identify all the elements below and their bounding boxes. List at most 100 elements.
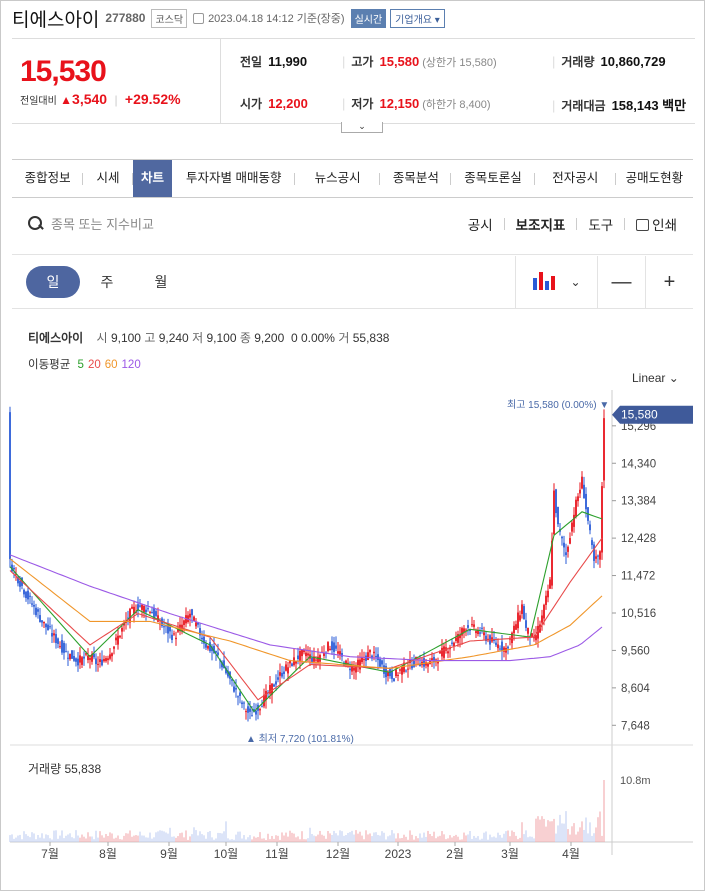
candle-body bbox=[557, 507, 559, 525]
market-badge: 코스닥 bbox=[151, 8, 188, 28]
printer-icon bbox=[636, 219, 650, 231]
candle-body bbox=[433, 656, 435, 663]
volume-bar bbox=[225, 821, 227, 842]
volume-bar bbox=[281, 832, 283, 842]
price-chart[interactable]: 15,29614,34013,38412,42811,47210,5169,56… bbox=[0, 390, 705, 860]
zoom-in-button[interactable]: + bbox=[645, 256, 693, 308]
volume-bar bbox=[439, 835, 441, 842]
volume-bar bbox=[351, 830, 353, 842]
tab-1[interactable]: 시세 bbox=[83, 160, 134, 197]
candle-body bbox=[217, 652, 219, 655]
candle-body bbox=[401, 666, 403, 675]
candle-body bbox=[569, 538, 571, 544]
volume-bar bbox=[573, 823, 575, 842]
volume-bar bbox=[249, 835, 251, 842]
candle-body bbox=[111, 653, 113, 657]
volume-bar bbox=[217, 832, 219, 842]
tab-0[interactable]: 종합정보 bbox=[12, 160, 84, 197]
compare-search[interactable]: 종목 또는 지수비교 bbox=[28, 214, 154, 233]
period-button-2[interactable]: 월 bbox=[134, 266, 188, 298]
zoom-out-button[interactable]: — bbox=[597, 256, 645, 308]
tab-6[interactable]: 종목토론실 bbox=[451, 160, 535, 197]
chart-type-button[interactable]: ⌄ bbox=[515, 256, 597, 308]
company-overview-button[interactable]: 기업개요 ▾ bbox=[390, 8, 445, 28]
volume-bar bbox=[295, 837, 297, 842]
low-key: 저 bbox=[192, 331, 204, 345]
volume-bar bbox=[389, 835, 391, 842]
candle-body bbox=[555, 489, 557, 514]
volume-bar bbox=[487, 839, 489, 842]
candle-body bbox=[23, 589, 25, 595]
tab-4[interactable]: 뉴스공시 bbox=[295, 160, 381, 197]
volume-bar bbox=[429, 834, 431, 842]
candle-body bbox=[477, 630, 479, 635]
volume-bar bbox=[529, 836, 531, 842]
scale-selector[interactable]: Linear ⌄ bbox=[632, 371, 679, 385]
volume-bar bbox=[589, 822, 591, 842]
volume-bar bbox=[193, 827, 195, 842]
low-value: 12,150 bbox=[379, 96, 420, 111]
candle-body bbox=[81, 657, 83, 665]
expand-toggle-button[interactable]: ⌄ bbox=[341, 122, 383, 133]
tools-button[interactable]: 도구 bbox=[588, 214, 613, 234]
volume-bar bbox=[191, 834, 193, 842]
volume-bar bbox=[449, 835, 451, 842]
period-button-1[interactable]: 주 bbox=[80, 266, 134, 298]
candle-body bbox=[235, 688, 237, 690]
ma-label: 이동평균 bbox=[28, 359, 71, 371]
candle-body bbox=[37, 609, 39, 612]
volume-bar bbox=[303, 839, 305, 842]
volume-bar bbox=[443, 834, 445, 842]
ma-legend: 이동평균 5 20 60 120 bbox=[28, 356, 141, 372]
volume-bar bbox=[247, 837, 249, 842]
candle-body bbox=[577, 496, 579, 502]
volume-bar bbox=[451, 837, 453, 842]
volume-bar bbox=[113, 838, 115, 842]
volume-bar bbox=[285, 832, 287, 842]
volume-bar bbox=[583, 829, 585, 842]
volume-bar bbox=[407, 839, 409, 842]
volume-bar bbox=[99, 831, 101, 842]
volume-bar bbox=[117, 835, 119, 842]
volume-bar bbox=[255, 837, 257, 842]
volume-bar bbox=[597, 817, 599, 842]
tab-8[interactable]: 공매도현황 bbox=[616, 160, 693, 197]
candle-body bbox=[255, 710, 257, 715]
volume-bar bbox=[203, 835, 205, 842]
realtime-badge[interactable]: 실시간 bbox=[350, 8, 387, 28]
disclosure-button[interactable]: 공시 bbox=[468, 214, 493, 234]
volume-bar bbox=[553, 818, 555, 842]
volume-bar bbox=[459, 839, 461, 842]
volume-bar bbox=[355, 830, 357, 842]
tab-2[interactable]: 차트 bbox=[132, 160, 173, 197]
volume-bar bbox=[289, 830, 291, 842]
candle-body bbox=[115, 637, 117, 641]
prev-close-value: 11,990 bbox=[268, 54, 308, 69]
candle-body bbox=[395, 669, 397, 677]
candle-body bbox=[285, 664, 287, 671]
volume-bar bbox=[261, 838, 263, 842]
indicator-button[interactable]: 보조지표 bbox=[516, 214, 566, 234]
legend-low: 9,100 bbox=[206, 331, 237, 345]
up-arrow-icon: ▲ bbox=[60, 93, 73, 107]
candle-body bbox=[585, 493, 587, 510]
candle-body bbox=[455, 637, 457, 641]
volume-bar bbox=[385, 839, 387, 842]
period-selector: 일주월 bbox=[26, 266, 188, 298]
ma-legend-item: 60 bbox=[104, 359, 118, 371]
volume-bar bbox=[185, 830, 187, 842]
tab-3[interactable]: 투자자별 매매동향 bbox=[172, 160, 295, 197]
candle-body bbox=[9, 412, 11, 560]
tab-5[interactable]: 종목분석 bbox=[380, 160, 452, 197]
volume-bar bbox=[537, 816, 539, 842]
candle-body bbox=[151, 612, 153, 614]
volume-bar bbox=[205, 838, 207, 842]
candle-body bbox=[393, 678, 395, 682]
period-button-0[interactable]: 일 bbox=[26, 266, 80, 298]
print-button[interactable]: 인쇄 bbox=[636, 214, 677, 234]
volume-bar bbox=[369, 833, 371, 842]
search-placeholder[interactable]: 종목 또는 지수비교 bbox=[51, 214, 154, 233]
tab-7[interactable]: 전자공시 bbox=[535, 160, 616, 197]
print-label: 인쇄 bbox=[652, 218, 677, 233]
candle-body bbox=[137, 604, 139, 610]
